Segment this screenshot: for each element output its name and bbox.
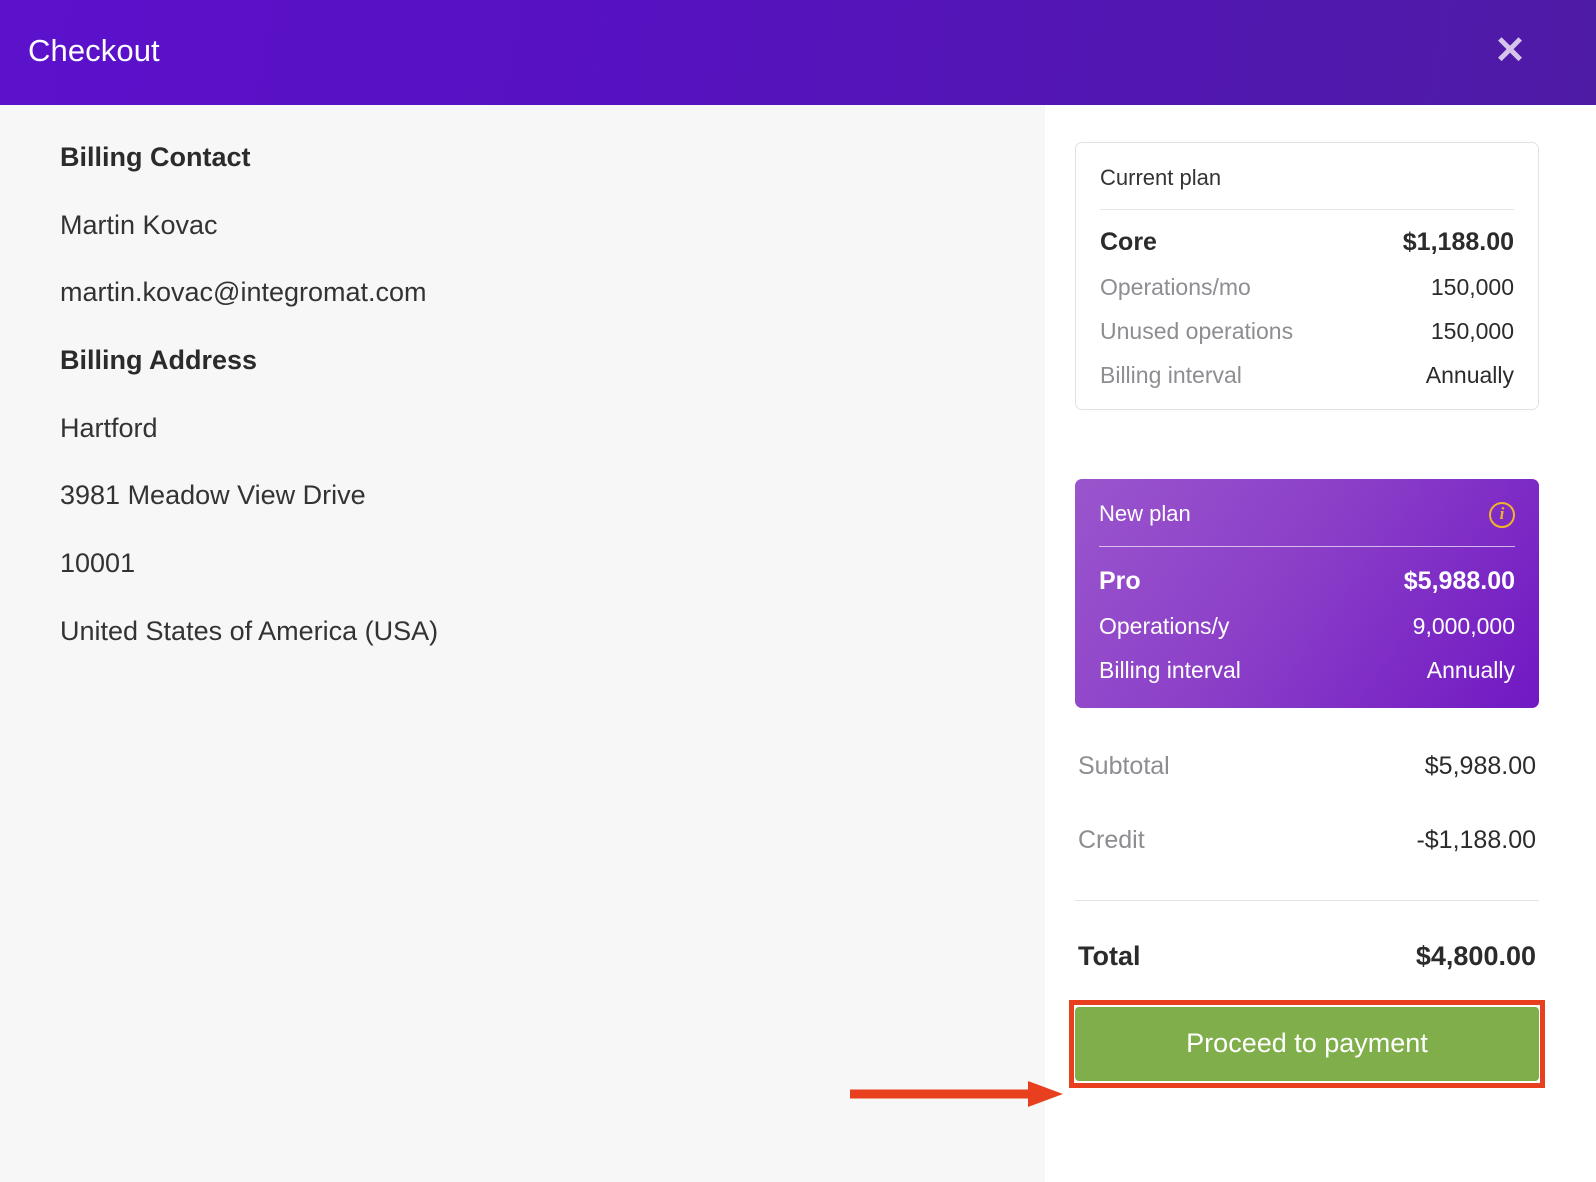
total-value: $4,800.00 [1415,940,1536,971]
credit-row: Credit -$1,188.00 [1075,826,1539,855]
billing-details-pane: Billing Contact Martin Kovac martin.kova… [0,105,1045,1182]
summary-divider [1075,899,1539,901]
billing-address-zip: 10001 [60,548,136,579]
current-plan-name: Core [1100,228,1157,257]
new-plan-caption: New plan i [1099,501,1515,545]
new-plan-row-label: Billing interval [1099,656,1241,683]
billing-address-heading: Billing Address [60,345,258,376]
billing-contact-email: martin.kovac@integromat.com [60,277,427,308]
proceed-to-payment-wrapper: Proceed to payment [1069,999,1545,1088]
new-plan-row-value: Annually [1426,656,1515,683]
modal-body: Billing Contact Martin Kovac martin.kova… [0,105,1596,1182]
current-plan-row-value: 150,000 [1430,318,1514,345]
billing-contact-name: Martin Kovac [60,209,218,240]
new-plan-caption-label: New plan [1099,501,1191,527]
subtotal-value: $5,988.00 [1424,751,1536,780]
current-plan-row-label: Unused operations [1100,318,1294,345]
proceed-to-payment-button[interactable]: Proceed to payment [1075,1006,1539,1081]
checkout-modal: Checkout ✕ Billing Contact Martin Kovac … [0,0,1596,1182]
modal-header: Checkout ✕ [0,0,1596,105]
new-plan-divider [1099,545,1515,547]
subtotal-row: Subtotal $5,988.00 [1075,752,1539,781]
current-plan-caption-label: Current plan [1100,165,1222,190]
current-plan-price: $1,188.00 [1402,228,1514,257]
total-label: Total [1078,940,1141,971]
current-plan-divider [1100,209,1514,211]
billing-address-country: United States of America (USA) [60,615,439,646]
current-plan-card: Current plan Core $1,188.00 Operations/m… [1075,142,1539,411]
new-plan-card: New plan i Pro $5,988.00 Operations/y 9,… [1075,479,1539,708]
new-plan-row: Billing interval Annually [1099,657,1515,684]
new-plan-row-label: Operations/y [1099,612,1230,639]
credit-label: Credit [1078,825,1145,854]
info-icon[interactable]: i [1489,501,1515,528]
new-plan-headline-row: Pro $5,988.00 [1099,567,1515,596]
current-plan-caption: Current plan [1100,165,1514,209]
current-plan-row: Billing interval Annually [1100,362,1514,389]
billing-contact-heading: Billing Contact [60,142,251,172]
total-row: Total $4,800.00 [1075,941,1539,972]
current-plan-headline-row: Core $1,188.00 [1100,228,1514,257]
billing-address-street: 3981 Meadow View Drive [60,480,366,511]
close-icon[interactable]: ✕ [1494,32,1526,74]
current-plan-row-label: Operations/mo [1100,274,1251,301]
credit-value: -$1,188.00 [1416,825,1536,854]
subtotal-label: Subtotal [1078,751,1170,780]
page-title: Checkout [28,33,160,68]
new-plan-price: $5,988.00 [1403,566,1515,595]
current-plan-row-value: Annually [1425,362,1514,389]
new-plan-row-value: 9,000,000 [1412,612,1515,639]
current-plan-row-label: Billing interval [1100,362,1242,389]
billing-address-city: Hartford [60,412,158,443]
current-plan-row: Unused operations 150,000 [1100,318,1514,345]
current-plan-row-value: 150,000 [1430,274,1514,301]
order-summary-pane: Current plan Core $1,188.00 Operations/m… [1045,105,1596,1182]
new-plan-row: Operations/y 9,000,000 [1099,613,1515,640]
current-plan-row: Operations/mo 150,000 [1100,274,1514,301]
new-plan-name: Pro [1099,566,1141,595]
